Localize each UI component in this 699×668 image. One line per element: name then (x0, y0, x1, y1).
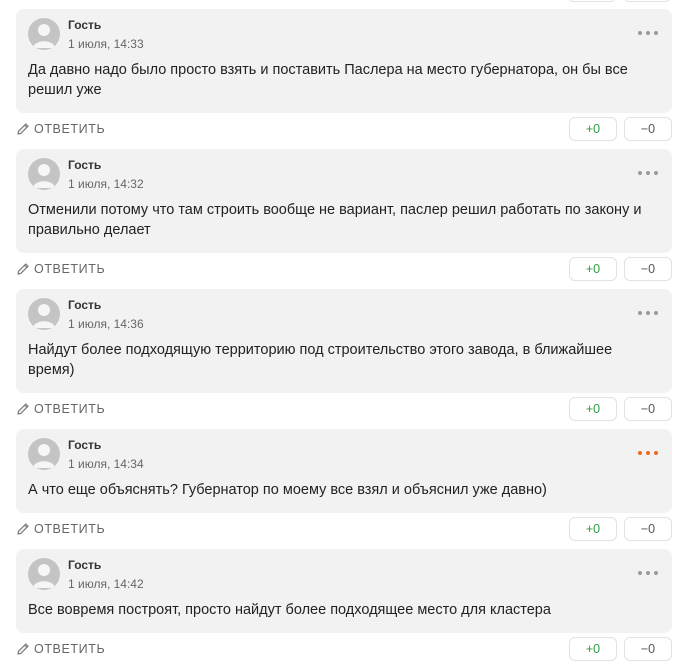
comment-card: Гость 1 июля, 14:36 Найдут более подходя… (16, 289, 672, 393)
dislike-button[interactable]: −0 (624, 517, 672, 541)
user-avatar-icon (28, 18, 60, 50)
comment-author[interactable]: Гость (68, 298, 101, 312)
reply-label: ОТВЕТИТЬ (34, 122, 106, 136)
comment: Гость 1 июля, 14:42 Все вовремя построят… (16, 549, 672, 661)
comment-actions: ОТВЕТИТЬ +0 −0 (16, 637, 672, 661)
user-avatar-icon (28, 558, 60, 590)
previous-dislike-button-edge (623, 0, 671, 2)
comment-author[interactable]: Гость (68, 158, 101, 172)
reply-button[interactable]: ОТВЕТИТЬ (16, 117, 105, 141)
comment: Гость 1 июля, 14:32 Отменили потому что … (16, 149, 672, 281)
more-dots-icon[interactable] (638, 307, 658, 319)
more-dots-icon[interactable] (638, 27, 658, 39)
comment-text: А что еще объяснять? Губернатор по моему… (28, 482, 547, 498)
more-dots-icon[interactable] (638, 447, 658, 459)
comment-author[interactable]: Гость (68, 438, 101, 452)
comment-date: 1 июля, 14:36 (68, 317, 144, 331)
pencil-icon (17, 643, 29, 655)
user-avatar-icon (28, 298, 60, 330)
reply-button[interactable]: ОТВЕТИТЬ (16, 637, 105, 661)
previous-like-button-edge (568, 0, 616, 2)
dislike-button[interactable]: −0 (624, 397, 672, 421)
comment-card: Гость 1 июля, 14:33 Да давно надо было п… (16, 9, 672, 113)
reply-label: ОТВЕТИТЬ (34, 402, 106, 416)
comment-text: Отменили потому что там строить вообще н… (28, 202, 642, 238)
user-avatar-icon (28, 158, 60, 190)
like-button[interactable]: +0 (569, 117, 617, 141)
reply-button[interactable]: ОТВЕТИТЬ (16, 257, 105, 281)
pencil-icon (17, 123, 29, 135)
dislike-button[interactable]: −0 (624, 637, 672, 661)
more-dots-icon[interactable] (638, 167, 658, 179)
reply-button[interactable]: ОТВЕТИТЬ (16, 517, 105, 541)
comment-text: Найдут более подходящую территорию под с… (28, 342, 613, 378)
comment-date: 1 июля, 14:42 (68, 577, 144, 591)
comment-author[interactable]: Гость (68, 18, 101, 32)
reply-label: ОТВЕТИТЬ (34, 642, 106, 656)
like-button[interactable]: +0 (569, 397, 617, 421)
like-button[interactable]: +0 (569, 637, 617, 661)
comment-card: Гость 1 июля, 14:34 А что еще объяснять?… (16, 429, 672, 513)
reply-label: ОТВЕТИТЬ (34, 522, 106, 536)
comment-date: 1 июля, 14:33 (68, 37, 144, 51)
comment-actions: ОТВЕТИТЬ +0 −0 (16, 257, 672, 281)
reply-label: ОТВЕТИТЬ (34, 262, 106, 276)
comment: Гость 1 июля, 14:33 Да давно надо было п… (16, 9, 672, 141)
comment-text: Все вовремя построят, просто найдут боле… (28, 602, 551, 618)
comment-date: 1 июля, 14:34 (68, 457, 144, 471)
comment-actions: ОТВЕТИТЬ +0 −0 (16, 517, 672, 541)
comment-actions: ОТВЕТИТЬ +0 −0 (16, 117, 672, 141)
pencil-icon (17, 263, 29, 275)
comment-actions: ОТВЕТИТЬ +0 −0 (16, 397, 672, 421)
more-dots-icon[interactable] (638, 567, 658, 579)
comment-card: Гость 1 июля, 14:32 Отменили потому что … (16, 149, 672, 253)
user-avatar-icon (28, 438, 60, 470)
comment-date: 1 июля, 14:32 (68, 177, 144, 191)
comment: Гость 1 июля, 14:34 А что еще объяснять?… (16, 429, 672, 541)
dislike-button[interactable]: −0 (624, 257, 672, 281)
dislike-button[interactable]: −0 (624, 117, 672, 141)
comment-text: Да давно надо было просто взять и постав… (28, 62, 628, 98)
comment: Гость 1 июля, 14:36 Найдут более подходя… (16, 289, 672, 421)
comment-card: Гость 1 июля, 14:42 Все вовремя построят… (16, 549, 672, 633)
comment-author[interactable]: Гость (68, 558, 101, 572)
reply-button[interactable]: ОТВЕТИТЬ (16, 397, 105, 421)
pencil-icon (17, 523, 29, 535)
pencil-icon (17, 403, 29, 415)
like-button[interactable]: +0 (569, 257, 617, 281)
like-button[interactable]: +0 (569, 517, 617, 541)
